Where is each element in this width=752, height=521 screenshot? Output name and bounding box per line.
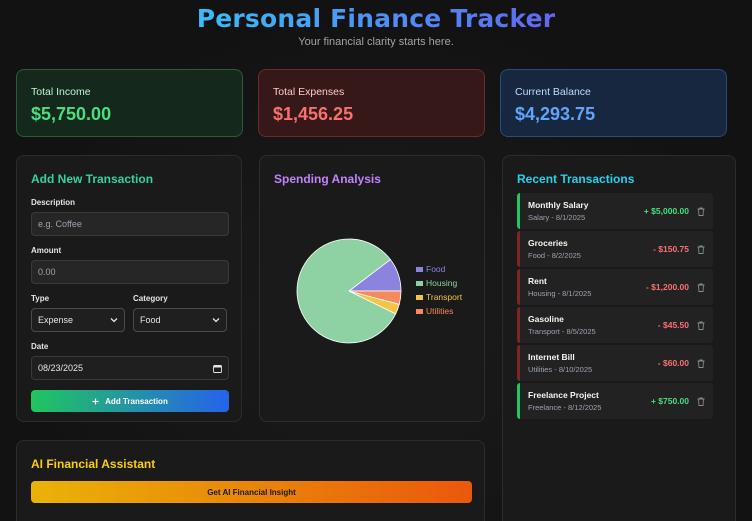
category-select-value: Food [140, 315, 161, 325]
transaction-row: Groceries Food - 8/2/2025 - $150.75 [517, 231, 713, 267]
transaction-amount: - $1,200.00 [645, 282, 689, 292]
amount-input[interactable]: 0.00 [31, 260, 229, 284]
trash-icon[interactable] [696, 358, 705, 368]
page-title: Personal Finance Tracker [196, 4, 556, 33]
transaction-amount: - $60.00 [657, 358, 689, 368]
transaction-info: Gasoline Transport - 8/5/2025 [528, 314, 658, 336]
description-label: Description [31, 198, 76, 207]
trash-icon[interactable] [696, 282, 705, 292]
total-income-card: Total Income $5,750.00 [16, 69, 243, 137]
legend-item-housing: Housing [416, 278, 462, 288]
transaction-meta: Salary - 8/1/2025 [528, 213, 586, 222]
date-input[interactable]: 08/23/2025 [31, 356, 229, 380]
current-balance-value: $4,293.75 [515, 104, 596, 124]
transaction-name: Gasoline [528, 314, 564, 324]
transaction-meta: Freelance - 8/12/2025 [528, 403, 602, 412]
transaction-name: Groceries [528, 238, 568, 248]
legend-swatch [416, 308, 423, 314]
plus-icon [92, 398, 99, 404]
transaction-amount: - $150.75 [653, 244, 689, 254]
legend-label: Transport [426, 292, 463, 302]
legend-swatch [416, 294, 423, 300]
transaction-meta: Housing - 8/1/2025 [528, 289, 592, 298]
transaction-meta: Transport - 8/5/2025 [528, 327, 596, 336]
total-income-label: Total Income [31, 86, 91, 98]
transaction-row: Internet Bill Utilities - 8/10/2025 - $60.… [517, 345, 713, 381]
spending-analysis-card: Spending Analysis Food Housing Transport Ut… [259, 155, 485, 422]
legend-label: Food [426, 264, 446, 274]
chevron-down-icon [110, 318, 118, 323]
spending-analysis-title: Spending Analysis [274, 172, 381, 186]
total-expenses-value: $1,456.25 [273, 104, 354, 124]
transaction-row: Monthly Salary Salary - 8/1/2025 + $5,000.… [517, 193, 713, 229]
amount-label: Amount [31, 246, 62, 255]
spending-pie-chart [296, 238, 402, 344]
transaction-row: Gasoline Transport - 8/5/2025 - $45.50 [517, 307, 713, 343]
ai-assistant-title: AI Financial Assistant [31, 457, 156, 471]
calendar-icon[interactable] [213, 364, 222, 373]
transaction-row: Rent Housing - 8/1/2025 - $1,200.00 [517, 269, 713, 305]
chevron-down-icon [212, 318, 220, 323]
type-select-value: Expense [38, 315, 74, 325]
transaction-name: Internet Bill [528, 352, 575, 362]
date-label: Date [31, 342, 49, 351]
page-subtitle: Your financial clarity starts here. [298, 36, 454, 48]
current-balance-card: Current Balance $4,293.75 [500, 69, 727, 137]
add-transaction-title: Add New Transaction [31, 172, 154, 186]
legend-item-food: Food [416, 264, 462, 274]
chart-legend: Food Housing Transport Utilities [416, 264, 462, 320]
legend-item-utilities: Utilities [416, 306, 462, 316]
page-header: Personal Finance Tracker Your financial … [0, 4, 752, 48]
legend-swatch [416, 266, 423, 272]
get-ai-insight-button[interactable]: Get AI Financial Insight [31, 481, 472, 503]
category-label: Category [133, 294, 168, 303]
transaction-name: Rent [528, 276, 547, 286]
legend-label: Housing [426, 278, 458, 288]
legend-swatch [416, 280, 423, 286]
description-input[interactable]: e.g. Coffee [31, 212, 229, 236]
add-transaction-card: Add New Transaction Description e.g. Cof… [16, 155, 242, 422]
transaction-info: Freelance Project Freelance - 8/12/2025 [528, 390, 651, 412]
transaction-list: Monthly Salary Salary - 8/1/2025 + $5,000.… [517, 193, 713, 421]
date-input-value: 08/23/2025 [38, 363, 84, 373]
transaction-amount: + $750.00 [650, 396, 689, 406]
add-transaction-button[interactable]: Add Transaction [31, 390, 229, 412]
recent-transactions-card: Recent Transactions Monthly Salary Salary… [502, 155, 736, 521]
category-select[interactable]: Food [133, 308, 227, 332]
trash-icon[interactable] [696, 206, 705, 216]
recent-transactions-title: Recent Transactions [517, 172, 635, 186]
transaction-amount: + $5,000.00 [643, 206, 689, 216]
transaction-info: Internet Bill Utilities - 8/10/2025 [528, 352, 658, 374]
ai-assistant-card: AI Financial Assistant Get AI Financial … [16, 440, 485, 521]
transaction-row: Freelance Project Freelance - 8/12/2025 + … [517, 383, 713, 419]
transaction-info: Rent Housing - 8/1/2025 [528, 276, 646, 298]
add-transaction-label: Add Transaction [105, 396, 168, 406]
transaction-name: Freelance Project [528, 390, 599, 400]
trash-icon[interactable] [696, 396, 705, 406]
current-balance-label: Current Balance [515, 86, 591, 98]
total-expenses-card: Total Expenses $1,456.25 [258, 69, 485, 137]
transaction-info: Groceries Food - 8/2/2025 [528, 238, 653, 260]
trash-icon[interactable] [696, 320, 705, 330]
transaction-amount: - $45.50 [657, 320, 689, 330]
transaction-name: Monthly Salary [528, 200, 589, 210]
legend-item-transport: Transport [416, 292, 462, 302]
type-label: Type [31, 294, 50, 303]
total-expenses-label: Total Expenses [273, 86, 345, 98]
transaction-info: Monthly Salary Salary - 8/1/2025 [528, 200, 644, 222]
transaction-meta: Utilities - 8/10/2025 [528, 365, 593, 374]
transaction-meta: Food - 8/2/2025 [528, 251, 581, 260]
type-select[interactable]: Expense [31, 308, 125, 332]
total-income-value: $5,750.00 [31, 104, 112, 124]
legend-label: Utilities [426, 306, 454, 316]
trash-icon[interactable] [696, 244, 705, 254]
